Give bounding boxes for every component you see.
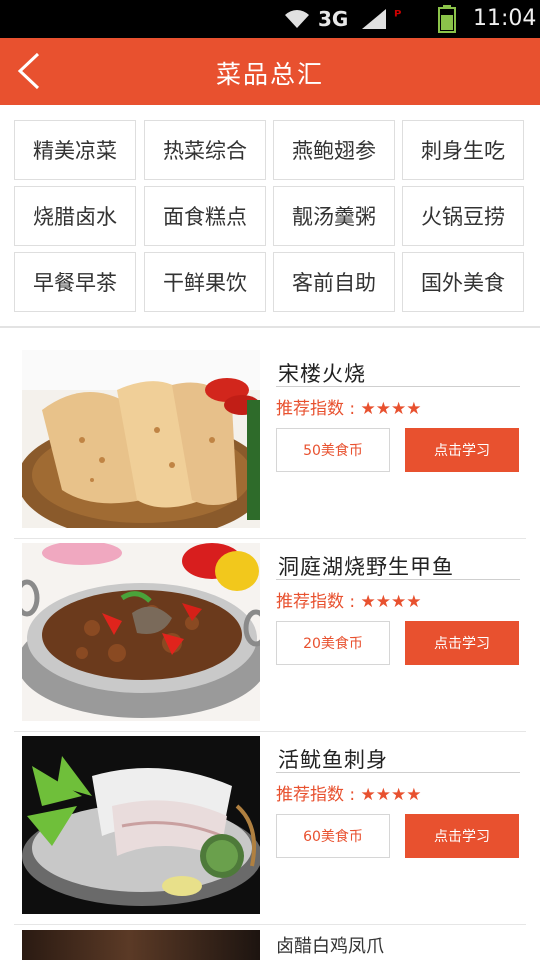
dish-name: 宋楼火烧: [278, 362, 366, 386]
price-coins-button[interactable]: 60美食币: [276, 814, 390, 858]
dish-rating: 推荐指数 : ★★★★: [276, 399, 422, 419]
dish-image[interactable]: [22, 350, 260, 528]
dish-name-underline: [276, 579, 520, 580]
price-coins-button[interactable]: 20美食币: [276, 621, 390, 665]
category-soup-congee[interactable]: 靓汤羹粥: [273, 186, 395, 246]
category-hot-dishes[interactable]: 热菜综合: [144, 120, 266, 180]
category-foreign[interactable]: 国外美食: [402, 252, 524, 312]
category-roast-braised[interactable]: 烧腊卤水: [14, 186, 136, 246]
signal-icon: [362, 9, 386, 29]
category-pastry[interactable]: 面食糕点: [144, 186, 266, 246]
page-title: 菜品总汇: [215, 60, 324, 89]
dish-item[interactable]: 宋楼火烧 推荐指数 : ★★★★ 50美食币 点击学习: [0, 350, 540, 542]
category-cold-dishes[interactable]: 精美凉菜: [14, 120, 136, 180]
category-hotpot[interactable]: 火锅豆捞: [402, 186, 524, 246]
learn-button[interactable]: 点击学习: [405, 428, 519, 472]
network-type: 3G: [318, 7, 349, 31]
wifi-icon: [285, 10, 309, 28]
list-separator: [14, 538, 526, 539]
category-buffet[interactable]: 客前自助: [273, 252, 395, 312]
dish-rating: 推荐指数 : ★★★★: [276, 592, 422, 612]
category-breakfast[interactable]: 早餐早茶: [14, 252, 136, 312]
status-bar: 3G ᴾ 11:04: [0, 0, 540, 38]
category-sashimi[interactable]: 刺身生吃: [402, 120, 524, 180]
app-header: 菜品总汇: [0, 38, 540, 105]
clock: 11:04: [473, 6, 537, 31]
dish-item[interactable]: 洞庭湖烧野生甲鱼 推荐指数 : ★★★★ 20美食币 点击学习: [0, 543, 540, 735]
dish-item[interactable]: 活鱿鱼刺身 推荐指数 : ★★★★ 60美食币 点击学习: [0, 736, 540, 928]
price-coins-button[interactable]: 50美食币: [276, 428, 390, 472]
dish-image[interactable]: [22, 736, 260, 914]
dish-name-underline: [276, 386, 520, 387]
dish-name: 活鱿鱼刺身: [278, 748, 388, 772]
dish-image[interactable]: [22, 930, 260, 960]
list-separator: [14, 924, 526, 925]
dish-name: 洞庭湖烧野生甲鱼: [278, 555, 454, 579]
battery-icon: [438, 5, 456, 33]
data-indicator-icon: ᴾ: [394, 7, 402, 26]
category-fruit-drinks[interactable]: 干鲜果饮: [144, 252, 266, 312]
learn-button[interactable]: 点击学习: [405, 814, 519, 858]
list-separator: [14, 731, 526, 732]
learn-button[interactable]: 点击学习: [405, 621, 519, 665]
dish-name: 卤醋白鸡凤爪: [276, 936, 384, 957]
dish-rating: 推荐指数 : ★★★★: [276, 785, 422, 805]
category-delicacies[interactable]: 燕鲍翅参: [273, 120, 395, 180]
dish-name-underline: [276, 772, 520, 773]
dish-image[interactable]: [22, 543, 260, 721]
section-divider: [0, 326, 540, 328]
